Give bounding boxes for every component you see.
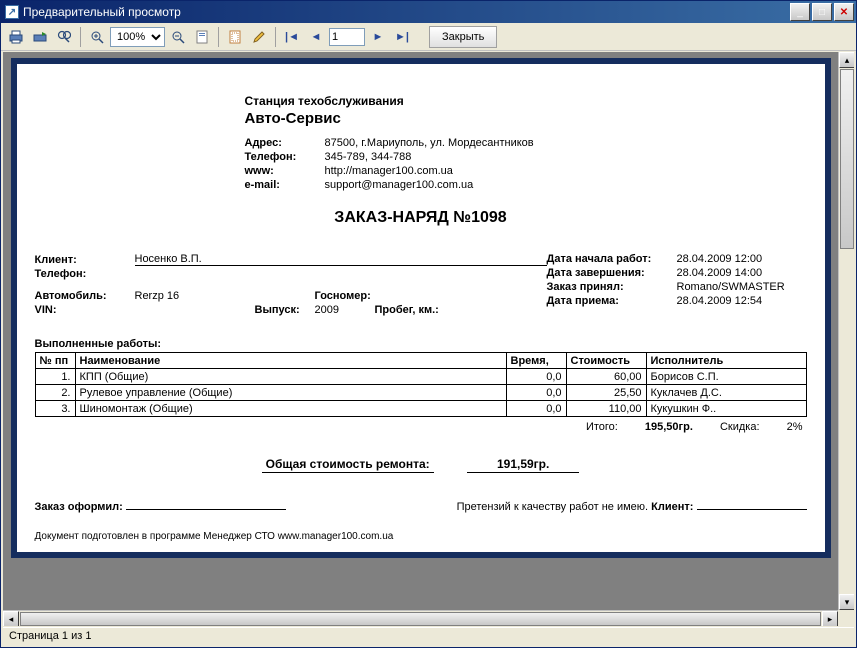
status-text: Страница 1 из 1 (9, 630, 91, 642)
th-num: № пп (35, 353, 75, 369)
toolbar: 100% |◄ ◄ ► ►| Закрыть (1, 23, 856, 51)
www-value: http://manager100.com.ua (325, 165, 453, 177)
find-button[interactable] (53, 26, 75, 48)
end-label: Дата завершения: (547, 267, 677, 279)
minimize-button[interactable]: _ (790, 3, 810, 21)
vertical-scrollbar[interactable]: ▴ ▾ (838, 52, 854, 610)
scroll-right-button[interactable]: ▸ (822, 611, 838, 626)
sign-client-label: Клиент: (651, 501, 693, 513)
start-value: 28.04.2009 12:00 (677, 253, 807, 265)
www-label: www: (245, 165, 325, 177)
scroll-down-button[interactable]: ▾ (839, 594, 854, 610)
edit-button[interactable] (248, 26, 270, 48)
accepted-label: Заказ принял: (547, 281, 677, 293)
table-row: 1.КПП (Общие)0,060,00Борисов С.П. (35, 369, 806, 385)
zoom-in-button[interactable] (86, 26, 108, 48)
client-name: Носенко В.П. (135, 253, 547, 266)
claim-text: Претензий к качеству работ не имею. (457, 501, 649, 513)
grand-total: Общая стоимость ремонта: 191,59гр. (35, 457, 807, 471)
phone-value: 345-789, 344-788 (325, 151, 412, 163)
app-icon: ↗ (5, 5, 19, 19)
scroll-up-button[interactable]: ▴ (839, 52, 854, 68)
last-page-button[interactable]: ►| (391, 26, 413, 48)
first-page-button[interactable]: |◄ (281, 26, 303, 48)
print-button[interactable] (5, 26, 27, 48)
close-window-button[interactable]: ✕ (834, 3, 854, 21)
statusbar: Страница 1 из 1 (3, 627, 854, 645)
close-preview-button[interactable]: Закрыть (429, 26, 497, 48)
vin-label: VIN: (35, 304, 85, 316)
zoom-select[interactable]: 100% (110, 27, 165, 47)
th-time: Время, (506, 353, 566, 369)
maximize-button[interactable]: □ (812, 3, 832, 21)
document-title: ЗАКАЗ-НАРЯД №1098 (35, 209, 807, 227)
car-label: Автомобиль: (35, 290, 135, 302)
works-title: Выполненные работы: (35, 338, 807, 350)
th-name: Наименование (75, 353, 506, 369)
footer: Документ подготовлен в программе Менедже… (35, 531, 807, 542)
export-button[interactable] (29, 26, 51, 48)
issued-label: Заказ оформил: (35, 501, 123, 513)
scroll-thumb-v[interactable] (840, 69, 854, 249)
table-row: 2.Рулевое управление (Общие)0,025,50Кукл… (35, 385, 806, 401)
end-value: 28.04.2009 14:00 (677, 267, 807, 279)
preview-window: ↗ Предварительный просмотр _ □ ✕ 100% |◄… (0, 0, 857, 648)
email-label: e-mail: (245, 179, 325, 191)
address-label: Адрес: (245, 137, 325, 149)
address-value: 87500, г.Мариуполь, ул. Мордесантников (325, 137, 534, 149)
accepted-value: Romano/SWMASTER (677, 281, 807, 293)
year-label: Выпуск: (255, 304, 315, 316)
document-page: Станция техобслуживания Авто-Сервис Адре… (11, 58, 831, 558)
client-phone-label: Телефон: (35, 268, 135, 280)
horizontal-scrollbar[interactable]: ◂ ▸ (3, 610, 838, 626)
start-label: Дата начала работ: (547, 253, 677, 265)
car-value: Rerzp 16 (135, 290, 315, 302)
titlebar: ↗ Предварительный просмотр _ □ ✕ (1, 1, 856, 23)
received-value: 28.04.2009 12:54 (677, 295, 807, 307)
works-totals: Итого: 195,50гр. Скидка: 2% (35, 421, 803, 433)
client-label: Клиент: (35, 254, 135, 266)
margins-button[interactable] (224, 26, 246, 48)
scroll-left-button[interactable]: ◂ (3, 611, 19, 626)
th-cost: Стоимость (566, 353, 646, 369)
fit-page-button[interactable] (191, 26, 213, 48)
next-page-button[interactable]: ► (367, 26, 389, 48)
table-row: 3.Шиномонтаж (Общие)0,0110,00Кукушкин Ф.… (35, 401, 806, 417)
scroll-thumb-h[interactable] (20, 612, 821, 626)
year-value: 2009 (315, 304, 375, 316)
footer-link[interactable]: www.manager100.com.ua (278, 531, 394, 542)
zoom-out-button[interactable] (167, 26, 189, 48)
window-title: Предварительный просмотр (23, 5, 790, 19)
th-exec: Исполнитель (646, 353, 806, 369)
prev-page-button[interactable]: ◄ (305, 26, 327, 48)
received-label: Дата приема: (547, 295, 677, 307)
station-name: Авто-Сервис (245, 110, 807, 127)
viewport: Станция техобслуживания Авто-Сервис Адре… (3, 52, 854, 626)
mileage-label: Пробег, км.: (375, 304, 465, 316)
plate-label: Госномер: (315, 290, 395, 302)
signatures: Заказ оформил: Претензий к качеству рабо… (35, 501, 807, 513)
phone-label: Телефон: (245, 151, 325, 163)
page-input[interactable] (329, 28, 365, 46)
station-subtitle: Станция техобслуживания (245, 94, 807, 108)
email-value: support@manager100.com.ua (325, 179, 474, 191)
works-table: № пп Наименование Время, Стоимость Испол… (35, 352, 807, 417)
